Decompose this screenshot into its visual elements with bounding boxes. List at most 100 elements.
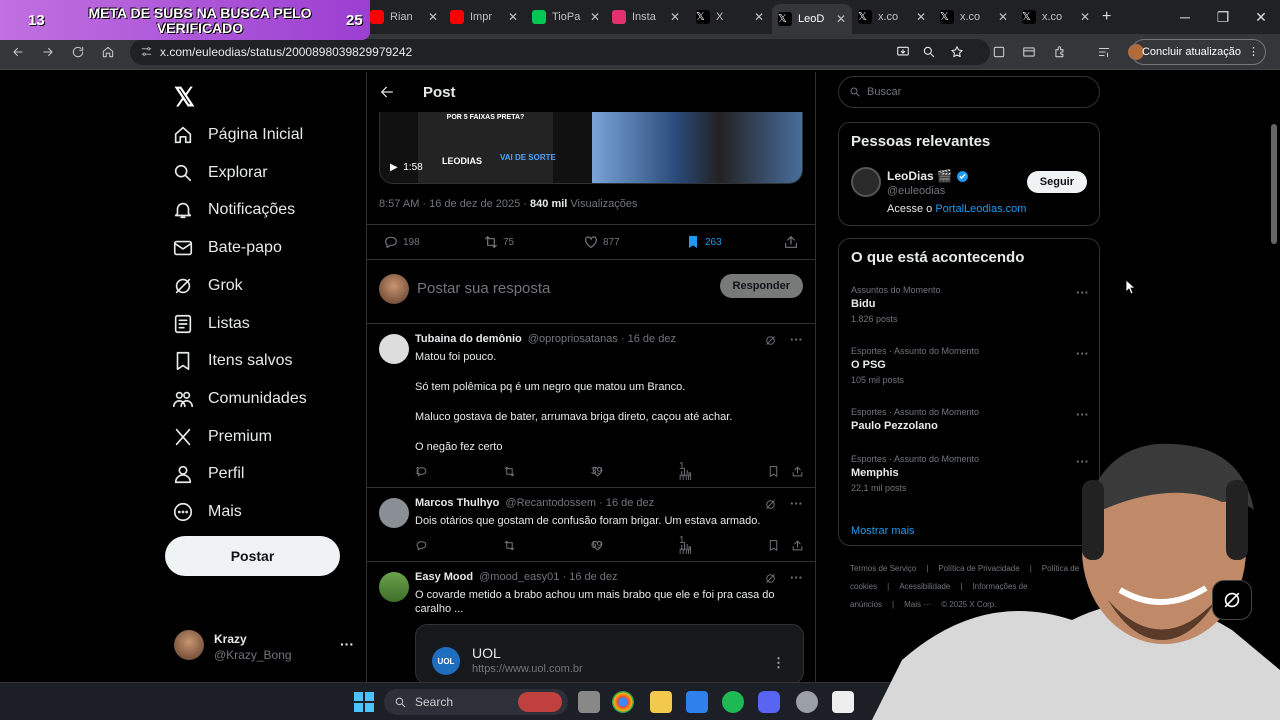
browser-tab[interactable]: Insta ✕ <box>606 6 686 28</box>
like-action[interactable]: 39 <box>591 465 604 478</box>
back-arrow-icon[interactable] <box>379 84 395 100</box>
spotify-icon[interactable] <box>722 691 744 713</box>
reading-list-icon[interactable] <box>1097 45 1111 59</box>
repost-action[interactable] <box>503 539 516 552</box>
share-action[interactable] <box>791 465 804 478</box>
nav-item-página-inicial[interactable]: Página Inicial <box>160 119 315 151</box>
nav-item-bate-papo[interactable]: Bate-papo <box>160 232 294 264</box>
reply-tweet[interactable]: Marcos Thulhyo @Recantodossem · 16 de de… <box>367 488 815 562</box>
file-explorer-icon[interactable] <box>650 691 672 713</box>
more-dots-icon[interactable]: ··· <box>340 636 354 652</box>
home-browser-icon[interactable] <box>96 40 120 64</box>
browser-tab[interactable]: 𝕏x.co ✕ <box>852 6 932 28</box>
minimize-icon[interactable]: ─ <box>1166 0 1204 34</box>
taskbar-search[interactable]: Search <box>384 689 568 715</box>
account-switcher[interactable]: Krazy @Krazy_Bong ··· <box>174 628 354 664</box>
install-icon[interactable] <box>896 45 910 59</box>
more-options-icon[interactable]: ··· <box>790 496 803 511</box>
reply-action[interactable]: 198 <box>383 234 420 250</box>
extensions-puzzle-icon[interactable] <box>1053 45 1067 59</box>
more-options-icon[interactable]: ··· <box>790 570 803 585</box>
views-action[interactable]: 1 mil <box>679 461 692 483</box>
windows-start-icon[interactable] <box>354 692 374 712</box>
grok-icon[interactable] <box>764 334 777 347</box>
browser-tab[interactable]: 𝕏 X ✕ <box>690 6 770 28</box>
back-icon[interactable] <box>6 40 30 64</box>
share-action[interactable] <box>791 539 804 552</box>
url-field[interactable]: x.com/euleodias/status/20008980398299792… <box>130 39 990 65</box>
browser-tab[interactable]: Rian ✕ <box>364 6 444 28</box>
grok-float-icon[interactable] <box>1212 580 1252 620</box>
reply-action[interactable] <box>415 539 428 552</box>
site-settings-icon[interactable] <box>140 45 153 58</box>
close-tab-icon[interactable]: ✕ <box>428 10 438 24</box>
close-tab-icon[interactable]: ✕ <box>998 10 1008 24</box>
store-icon[interactable] <box>686 691 708 713</box>
extension-b-icon[interactable] <box>1022 45 1036 59</box>
star-icon[interactable] <box>950 45 964 59</box>
bookmark-action[interactable]: 263 <box>685 234 722 250</box>
close-tab-icon[interactable]: ✕ <box>670 10 680 24</box>
share-action[interactable] <box>783 234 799 250</box>
maximize-icon[interactable]: ❐ <box>1204 0 1242 34</box>
like-action[interactable]: 69 <box>591 539 604 552</box>
nav-item-listas[interactable]: Listas <box>160 308 262 340</box>
more-options-icon[interactable]: ··· <box>1076 285 1089 300</box>
bookmark-action[interactable] <box>767 539 780 552</box>
nav-item-comunidades[interactable]: Comunidades <box>160 383 319 415</box>
close-tab-icon[interactable]: ✕ <box>508 10 518 24</box>
grok-icon[interactable] <box>764 572 777 585</box>
more-options-icon[interactable]: ··· <box>790 332 803 347</box>
repost-action[interactable]: 75 <box>483 234 514 250</box>
task-view-icon[interactable] <box>578 691 600 713</box>
forward-icon[interactable] <box>36 40 60 64</box>
user-name[interactable]: LeoDias 🎬 <box>887 169 969 183</box>
x-logo-icon[interactable]: 𝕏 <box>174 82 195 113</box>
reply-tweet[interactable]: Tubaina do demônio @opropriosatanas · 16… <box>367 324 815 488</box>
reply-tweet[interactable]: Easy Mood @mood_easy01 · 16 de dez ··· O… <box>367 562 815 682</box>
app-icon[interactable] <box>832 691 854 713</box>
settings-gear-icon[interactable] <box>796 691 818 713</box>
nav-item-perfil[interactable]: Perfil <box>160 458 256 490</box>
update-button[interactable]: Concluir atualização ⋮ <box>1130 39 1266 65</box>
repost-action[interactable] <box>503 465 516 478</box>
avatar[interactable] <box>851 167 881 197</box>
close-window-icon[interactable]: ✕ <box>1242 0 1280 34</box>
browser-tab[interactable]: 𝕏 LeoD ✕ <box>772 4 852 34</box>
reply-action[interactable]: 1 <box>415 465 428 478</box>
browser-tab[interactable]: 𝕏x.co ✕ <box>934 6 1014 28</box>
reload-icon[interactable] <box>66 40 90 64</box>
card-menu-icon[interactable]: ⋮ <box>772 655 785 671</box>
close-tab-icon[interactable]: ✕ <box>1080 10 1090 24</box>
like-action[interactable]: 877 <box>583 234 620 250</box>
close-tab-icon[interactable]: ✕ <box>754 10 764 24</box>
reply-button[interactable]: Responder <box>719 274 803 298</box>
video-player[interactable]: POR 5 FAIXAS PRETA? LEODIAS VAI DE SORTE… <box>379 112 803 184</box>
trend-item[interactable]: Assuntos do Momento Bidu 1.826 posts ··· <box>851 285 1089 324</box>
discord-icon[interactable] <box>758 691 780 713</box>
views-action[interactable]: 1 mil <box>679 535 692 557</box>
trend-item[interactable]: Esportes · Assunto do Momento O PSG 105 mi… <box>851 346 1089 385</box>
nav-item-premium[interactable]: Premium <box>160 421 284 453</box>
nav-item-notificações[interactable]: Notificações <box>160 194 307 226</box>
browser-tab[interactable]: TioPa ✕ <box>526 6 606 28</box>
more-options-icon[interactable]: ··· <box>1076 407 1089 422</box>
bookmark-action[interactable] <box>767 465 780 478</box>
reply-input[interactable]: Postar sua resposta <box>417 280 550 297</box>
bio-link[interactable]: PortalLeodias.com <box>935 203 1026 215</box>
link-card[interactable]: UOL UOL https://www.uol.com.br ⋮ <box>415 624 804 682</box>
zoom-icon[interactable] <box>922 45 936 59</box>
close-tab-icon[interactable]: ✕ <box>836 12 846 26</box>
new-tab-button[interactable]: + <box>1102 8 1111 26</box>
more-options-icon[interactable]: ··· <box>1076 346 1089 361</box>
scrollbar-thumb[interactable] <box>1271 124 1277 244</box>
chrome-icon[interactable] <box>612 691 634 713</box>
extension-a-icon[interactable] <box>992 45 1006 59</box>
browser-tab[interactable]: Impr ✕ <box>444 6 524 28</box>
nav-item-itens-salvos[interactable]: Itens salvos <box>160 345 304 377</box>
follow-button[interactable]: Seguir <box>1026 171 1087 193</box>
nav-item-explorar[interactable]: Explorar <box>160 157 280 189</box>
nav-item-grok[interactable]: Grok <box>160 270 255 302</box>
post-button[interactable]: Postar <box>165 536 340 576</box>
grok-icon[interactable] <box>764 498 777 511</box>
